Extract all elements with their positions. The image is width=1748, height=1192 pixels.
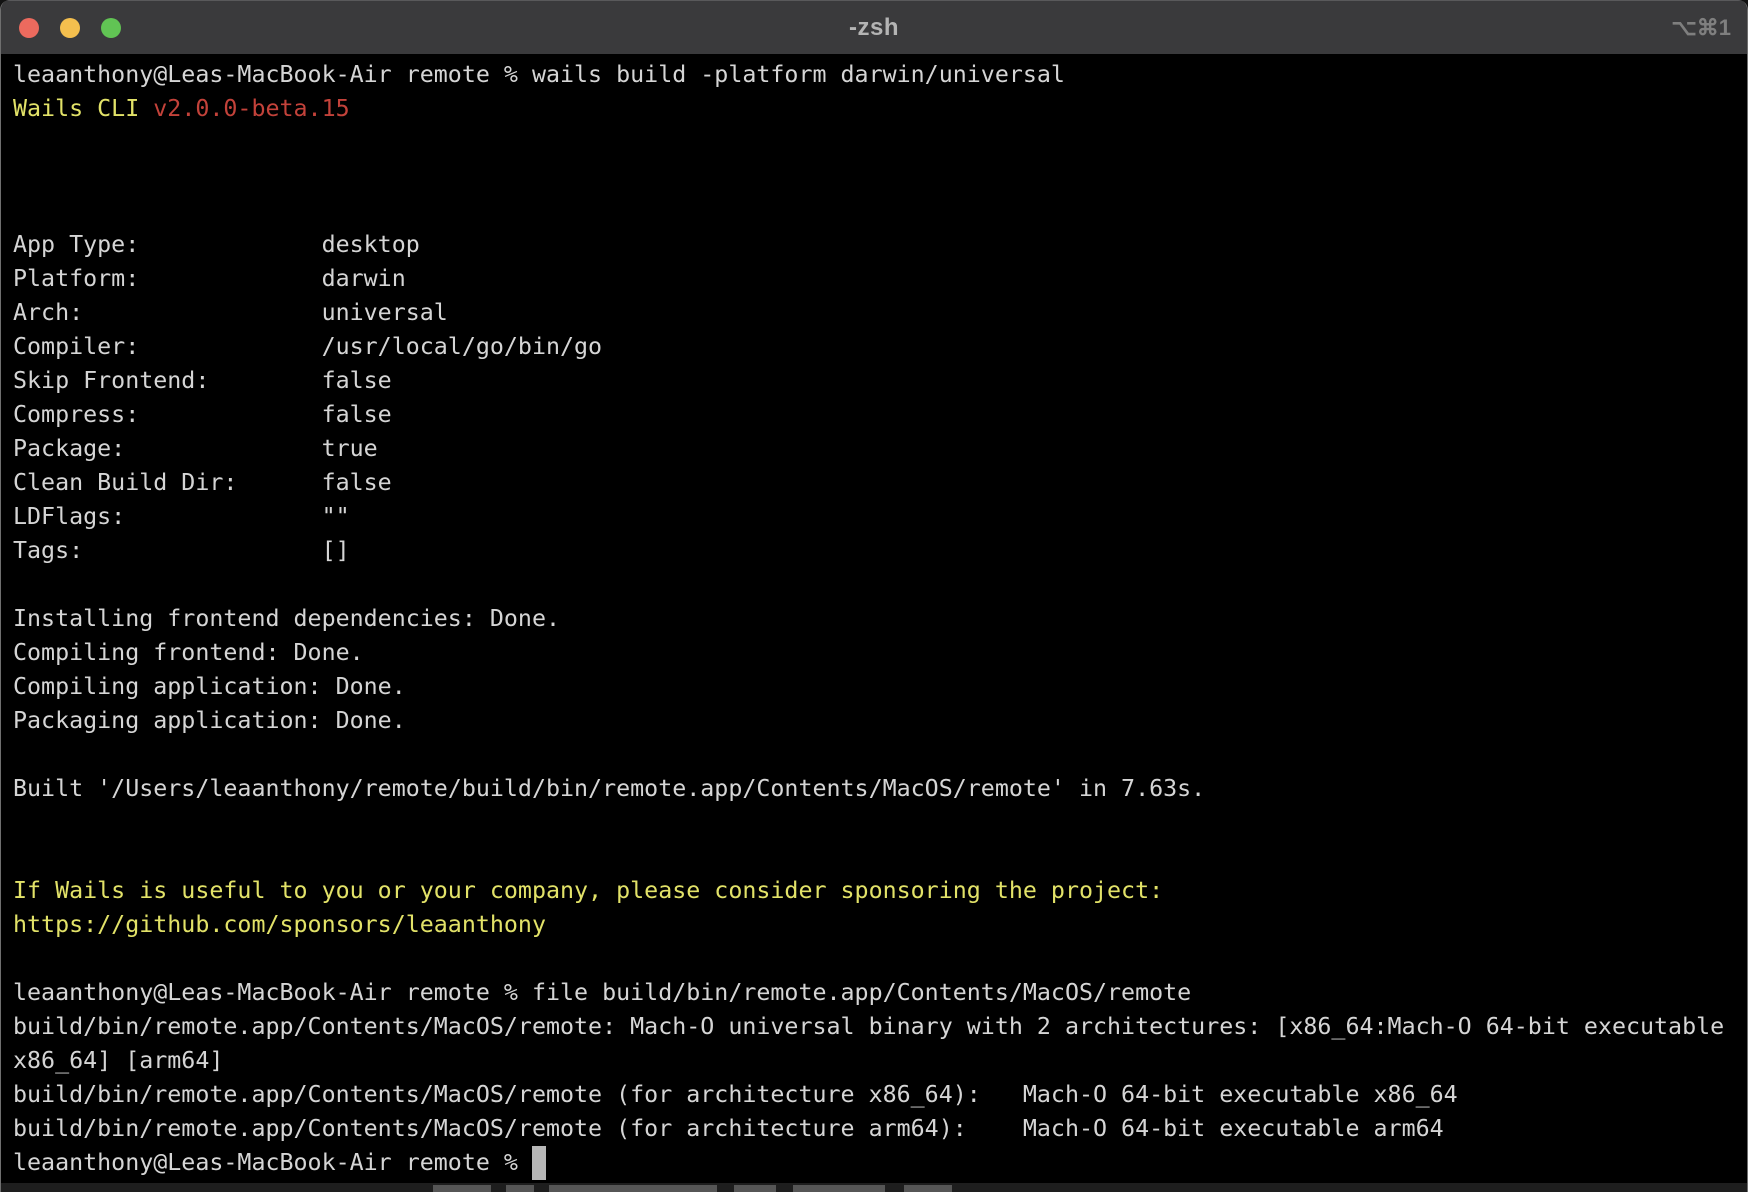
terminal-line: x86_64] [arm64] <box>13 1044 1747 1078</box>
terminal-line: Installing frontend dependencies: Done. <box>13 602 1747 636</box>
terminal-text-segment: LDFlags: "" <box>13 503 350 530</box>
terminal-text-segment: If Wails is useful to you or your compan… <box>13 877 1163 904</box>
terminal-line: Clean Build Dir: false <box>13 466 1747 500</box>
terminal-line <box>13 942 1747 976</box>
terminal-screen[interactable]: leaanthony@Leas-MacBook-Air remote % wai… <box>1 54 1747 1192</box>
terminal-line: Skip Frontend: false <box>13 364 1747 398</box>
terminal-line: https://github.com/sponsors/leaanthony <box>13 908 1747 942</box>
terminal-line <box>13 806 1747 840</box>
title-bar[interactable]: -zsh ⌥⌘1 <box>1 0 1747 54</box>
terminal-line: build/bin/remote.app/Contents/MacOS/remo… <box>13 1010 1747 1044</box>
close-button[interactable] <box>19 18 39 38</box>
terminal-text-segment: Platform: darwin <box>13 265 406 292</box>
terminal-line: Tags: [] <box>13 534 1747 568</box>
terminal-line: Compiling application: Done. <box>13 670 1747 704</box>
terminal-line: Compress: false <box>13 398 1747 432</box>
terminal-cursor <box>532 1146 546 1180</box>
terminal-text-segment: Compiler: /usr/local/go/bin/go <box>13 333 602 360</box>
terminal-text-segment: Installing frontend dependencies: Done. <box>13 605 560 632</box>
terminal-text-segment: Clean Build Dir: false <box>13 469 392 496</box>
terminal-text-segment: Wails CLI <box>13 95 153 122</box>
terminal-text-segment: Packaging application: Done. <box>13 707 406 734</box>
terminal-line: Compiler: /usr/local/go/bin/go <box>13 330 1747 364</box>
terminal-line: leaanthony@Leas-MacBook-Air remote % fil… <box>13 976 1747 1010</box>
terminal-line: Package: true <box>13 432 1747 466</box>
terminal-text-segment: v2.0.0-beta.15 <box>153 95 349 122</box>
terminal-line: build/bin/remote.app/Contents/MacOS/remo… <box>13 1112 1747 1146</box>
terminal-line: Built '/Users/leaanthony/remote/build/bi… <box>13 772 1747 806</box>
terminal-text-segment: leaanthony@Leas-MacBook-Air remote % fil… <box>13 979 1191 1006</box>
terminal-text-segment: Skip Frontend: false <box>13 367 392 394</box>
terminal-line: leaanthony@Leas-MacBook-Air remote % <box>13 1146 1747 1180</box>
terminal-text-segment: build/bin/remote.app/Contents/MacOS/remo… <box>13 1081 1458 1108</box>
terminal-line: leaanthony@Leas-MacBook-Air remote % wai… <box>13 58 1747 92</box>
terminal-text-segment: Compress: false <box>13 401 392 428</box>
terminal-line: build/bin/remote.app/Contents/MacOS/remo… <box>13 1078 1747 1112</box>
terminal-text-segment: Package: true <box>13 435 378 462</box>
terminal-line: Compiling frontend: Done. <box>13 636 1747 670</box>
terminal-line: App Type: desktop <box>13 228 1747 262</box>
minimize-button[interactable] <box>60 18 80 38</box>
terminal-text-segment: Tags: [] <box>13 537 350 564</box>
clipped-background-artifact <box>1 1183 1747 1192</box>
terminal-text-segment: build/bin/remote.app/Contents/MacOS/remo… <box>13 1115 1444 1142</box>
terminal-line: If Wails is useful to you or your compan… <box>13 874 1747 908</box>
tab-shortcut-label: ⌥⌘1 <box>1671 1 1731 55</box>
zoom-button[interactable] <box>101 18 121 38</box>
terminal-text-segment: https://github.com/sponsors/leaanthony <box>13 911 546 938</box>
terminal-line <box>13 738 1747 772</box>
terminal-text-segment: leaanthony@Leas-MacBook-Air remote % wai… <box>13 61 1065 88</box>
terminal-line: Arch: universal <box>13 296 1747 330</box>
terminal-text-segment: Compiling application: Done. <box>13 673 406 700</box>
terminal-line <box>13 194 1747 228</box>
terminal-line: LDFlags: "" <box>13 500 1747 534</box>
terminal-line: Wails CLI v2.0.0-beta.15 <box>13 92 1747 126</box>
terminal-text-segment: Arch: universal <box>13 299 448 326</box>
terminal-text-segment: Built '/Users/leaanthony/remote/build/bi… <box>13 775 1205 802</box>
terminal-line: Platform: darwin <box>13 262 1747 296</box>
terminal-text-segment: build/bin/remote.app/Contents/MacOS/remo… <box>13 1013 1724 1040</box>
terminal-line <box>13 160 1747 194</box>
terminal-text-segment: Compiling frontend: Done. <box>13 639 364 666</box>
terminal-text-segment: x86_64] [arm64] <box>13 1047 223 1074</box>
terminal-line <box>13 568 1747 602</box>
window-title: -zsh <box>849 14 899 42</box>
traffic-lights <box>19 1 121 55</box>
terminal-line: Packaging application: Done. <box>13 704 1747 738</box>
terminal-line <box>13 840 1747 874</box>
terminal-text-segment: App Type: desktop <box>13 231 420 258</box>
terminal-text-segment: leaanthony@Leas-MacBook-Air remote % <box>13 1149 532 1176</box>
terminal-window: -zsh ⌥⌘1 leaanthony@Leas-MacBook-Air rem… <box>0 0 1748 1192</box>
terminal-line <box>13 126 1747 160</box>
